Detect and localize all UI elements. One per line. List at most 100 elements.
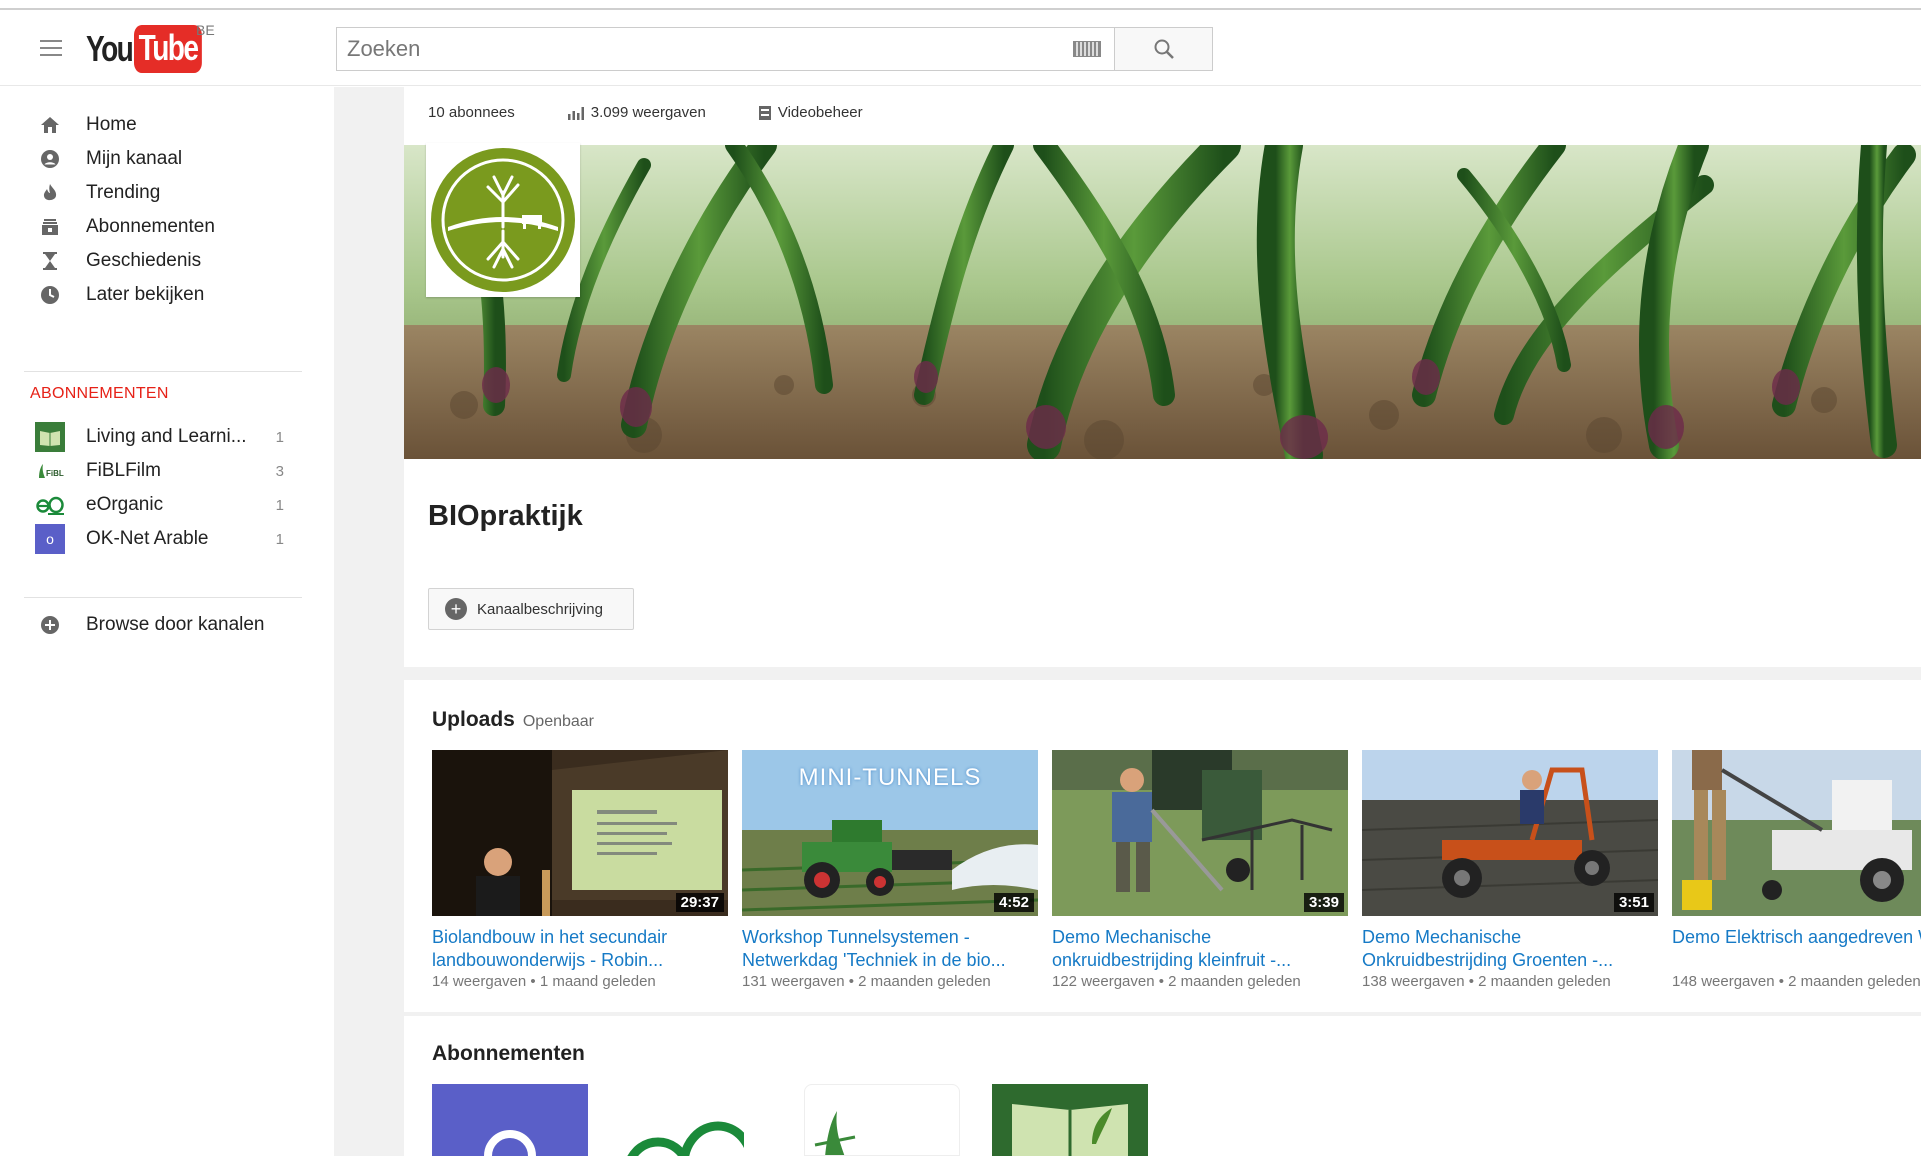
video-thumbnail[interactable] — [1672, 750, 1921, 916]
tree-logo — [431, 148, 575, 292]
oknet-logo — [484, 1130, 536, 1156]
search-button[interactable] — [1114, 28, 1212, 70]
flame-icon — [28, 183, 72, 203]
search-box — [336, 27, 1213, 71]
video-manager-label: Videobeheer — [777, 104, 863, 121]
new-video-count: 3 — [275, 462, 284, 480]
video-card[interactable]: MINI-TUNNELS 4:52 Workshop Tunnelsysteme… — [742, 750, 1038, 990]
subscriber-count-label: 10 abonnees — [428, 104, 515, 121]
video-meta: 131 weergaven • 2 maanden geleden — [742, 973, 991, 990]
search-icon — [1154, 39, 1174, 59]
guide-sidebar: Home Mijn kanaal Trending Abonnementen G… — [0, 87, 334, 1156]
sidebar-divider — [24, 597, 302, 598]
sidebar-item-label: Home — [86, 114, 137, 135]
bar-chart-icon — [567, 106, 584, 120]
uploads-title[interactable]: Uploads — [432, 708, 515, 732]
video-thumbnail[interactable]: 29:37 — [432, 750, 728, 916]
new-video-count: 1 — [275, 530, 284, 548]
sidebar-item-label: eOrganic — [86, 494, 164, 515]
fibl-logo — [814, 1111, 856, 1155]
video-duration: 4:52 — [993, 893, 1034, 912]
video-title[interactable]: Demo Mechanische onkruidbestrijding klei… — [1052, 926, 1348, 972]
video-title[interactable]: Demo Elektrisch aangedreven Werktuigen -… — [1672, 926, 1921, 972]
sidebar-item-label: Living and Learni... — [86, 426, 247, 447]
account-icon — [28, 149, 72, 169]
plus-icon: + — [445, 598, 467, 620]
subscription-tile-ok-net-arable[interactable] — [432, 1084, 588, 1156]
video-title[interactable]: Biolandbouw in het secundair landbouwond… — [432, 926, 728, 972]
channel-avatar[interactable] — [426, 143, 580, 297]
living-learning-avatar — [35, 422, 65, 452]
channel-stats: 10 abonnees 3.099 weergaven Videobeheer — [428, 104, 863, 121]
clock-icon — [28, 285, 72, 305]
eorganic-avatar — [35, 490, 65, 520]
sidebar-item-trending[interactable]: Trending — [28, 175, 310, 211]
subscriptions-icon — [28, 217, 72, 237]
hourglass-icon — [28, 251, 72, 271]
sidebar-sub-living-and-learning[interactable]: Living and Learni... 1 — [28, 419, 310, 455]
sidebar-item-home[interactable]: Home — [28, 107, 310, 143]
sidebar-sub-ok-net-arable[interactable]: o OK-Net Arable 1 — [28, 521, 310, 557]
sidebar-item-label: Mijn kanaal — [86, 148, 183, 169]
channel-description-button[interactable]: + Kanaalbeschrijving — [428, 588, 634, 630]
video-duration: 3:39 — [1303, 893, 1344, 912]
video-card[interactable]: 29:37 Biolandbouw in het secundair landb… — [432, 750, 728, 990]
sidebar-item-label: OK-Net Arable — [86, 528, 209, 549]
channel-title: BIOpraktijk — [428, 500, 583, 532]
sidebar-sub-fiblfilm[interactable]: FiBL FiBLFilm 3 — [28, 453, 310, 489]
search-input[interactable] — [337, 28, 1060, 70]
subscription-tile-living-and-learning[interactable] — [992, 1084, 1148, 1156]
logo-you: You — [86, 28, 134, 69]
video-meta: 14 weergaven • 1 maand geleden — [432, 973, 656, 990]
video-manager-link[interactable]: Videobeheer — [758, 104, 863, 121]
channel-banner — [404, 145, 1921, 459]
subscriber-count: 10 abonnees — [428, 104, 515, 121]
logo-tube: Tube — [134, 25, 203, 73]
video-meta: 138 weergaven • 2 maanden geleden — [1362, 973, 1611, 990]
sidebar-sub-eorganic[interactable]: eOrganic 1 — [28, 487, 310, 523]
video-meta: 122 weergaven • 2 maanden geleden — [1052, 973, 1301, 990]
svg-text:FiBL: FiBL — [46, 469, 64, 478]
home-icon — [28, 116, 72, 134]
sidebar-item-label: Later bekijken — [86, 284, 205, 305]
subscription-tile-eorganic[interactable] — [588, 1084, 744, 1156]
video-card[interactable]: 3:51 Demo Mechanische Onkruidbestrijding… — [1362, 750, 1658, 990]
video-title[interactable]: Demo Mechanische Onkruidbestrijding Groe… — [1362, 926, 1658, 972]
youtube-logo[interactable]: You Tube BE — [86, 22, 221, 73]
region-code: BE — [196, 22, 215, 38]
uploads-header: Uploads Openbaar — [432, 708, 594, 732]
view-count-label: 3.099 weergaven — [590, 104, 706, 121]
new-video-count: 1 — [275, 428, 284, 446]
sidebar-item-watch-later[interactable]: Later bekijken — [28, 277, 310, 313]
video-title[interactable]: Workshop Tunnelsystemen - Netwerkdag 'Te… — [742, 926, 1038, 972]
add-circle-icon — [28, 615, 72, 635]
video-thumbnail[interactable]: 3:51 — [1362, 750, 1658, 916]
fibl-avatar: FiBL — [35, 456, 65, 486]
view-count: 3.099 weergaven — [567, 104, 706, 121]
video-card[interactable]: 3:39 Demo Mechanische onkruidbestrijding… — [1052, 750, 1348, 990]
video-card[interactable]: Demo Elektrisch aangedreven Werktuigen -… — [1672, 750, 1921, 990]
sidebar-item-label: Browse door kanalen — [86, 614, 265, 635]
oknet-avatar: o — [35, 524, 65, 554]
video-manager-icon — [758, 105, 771, 120]
masthead: You Tube BE — [0, 10, 1921, 86]
video-meta: 148 weergaven • 2 maanden geleden — [1672, 973, 1921, 990]
sidebar-item-label: FiBLFilm — [86, 460, 161, 481]
subscriptions-heading[interactable]: ABONNEMENTEN — [30, 385, 169, 403]
subscription-tile-fiblfilm[interactable] — [804, 1084, 960, 1156]
video-thumbnail[interactable]: 3:39 — [1052, 750, 1348, 916]
sidebar-item-label: Geschiedenis — [86, 250, 202, 271]
sidebar-item-browse-channels[interactable]: Browse door kanalen — [28, 607, 310, 643]
sidebar-item-my-channel[interactable]: Mijn kanaal — [28, 141, 310, 177]
window-top-edge — [0, 0, 1921, 10]
keyboard-icon[interactable] — [1060, 28, 1114, 70]
sidebar-item-label: Trending — [86, 182, 161, 203]
sidebar-item-history[interactable]: Geschiedenis — [28, 243, 310, 279]
sidebar-item-subscriptions[interactable]: Abonnementen — [28, 209, 310, 245]
video-thumbnail[interactable]: MINI-TUNNELS 4:52 — [742, 750, 1038, 916]
subscriptions-shelf-title[interactable]: Abonnementen — [432, 1042, 585, 1066]
sidebar-divider — [24, 371, 302, 372]
menu-icon[interactable] — [40, 40, 62, 56]
sidebar-item-label: Abonnementen — [86, 216, 215, 237]
uploads-visibility: Openbaar — [522, 713, 595, 730]
